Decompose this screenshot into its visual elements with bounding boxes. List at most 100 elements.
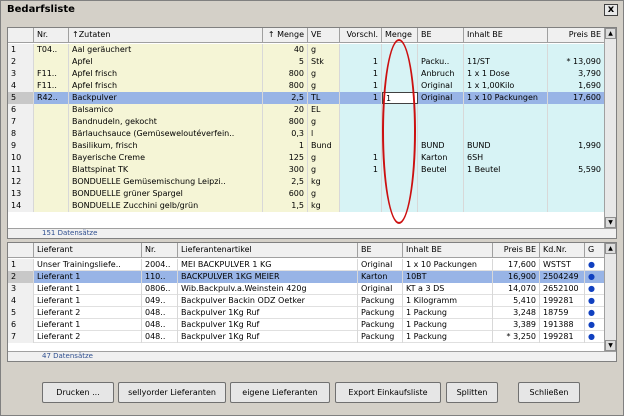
- supplier-row[interactable]: 7 Lieferant 2 048.. Backpulver 1Kg Ruf Packu…: [8, 331, 605, 343]
- supplier-col-header[interactable]: BE: [358, 243, 403, 258]
- scroll-down-icon[interactable]: ▼: [605, 217, 616, 228]
- supplier-cell-lief: Unser Trainingsliefe..: [34, 259, 142, 271]
- supplier-cell-be: Packung: [358, 319, 403, 331]
- supplier-cell-be: Packung: [358, 307, 403, 319]
- ingredient-row[interactable]: 14 BONDUELLE Zucchini gelb/grün 1,5 kg: [8, 200, 605, 212]
- supplier-scrollbar[interactable]: ▲ ▼: [604, 243, 616, 351]
- ingredient-cell-n: 4: [8, 80, 34, 92]
- ingredient-cell-ve: g: [308, 152, 340, 164]
- ingredient-row[interactable]: 6 Balsamico 20 EL: [8, 104, 605, 116]
- ingredient-row[interactable]: 10 Bayerische Creme 125 g 1 Karton 6SH: [8, 152, 605, 164]
- ingredient-col-header[interactable]: Preis BE: [548, 28, 605, 43]
- ingredient-cell-preis: [548, 44, 605, 56]
- supplier-record-count: 47 Datensätze: [8, 351, 616, 361]
- ingredient-col-header[interactable]: VE: [308, 28, 340, 43]
- ingredient-cell-inh: 1 Beutel: [464, 164, 548, 176]
- close-window-button[interactable]: Schließen: [518, 382, 580, 403]
- ingredient-cell-ve: g: [308, 80, 340, 92]
- supplier-cell-inh: 1 Packung: [403, 331, 493, 343]
- supplier-col-header[interactable]: Inhalt BE: [403, 243, 493, 258]
- ingredient-cell-preis: [548, 188, 605, 200]
- ingredient-cell-be: Original: [418, 92, 464, 104]
- supplier-cell-art: Backpulver Backin ODZ Oetker: [178, 295, 358, 307]
- ingredient-col-header[interactable]: Vorschl.: [340, 28, 382, 43]
- ingredient-cell-preis: [548, 152, 605, 164]
- supplier-col-header[interactable]: G: [585, 243, 605, 258]
- ingredient-cell-be: [418, 128, 464, 140]
- ingredient-row[interactable]: 2 Apfel 5 Stk 1 Packu.. 11/ST * 13,090: [8, 56, 605, 68]
- ingredient-cell-n: 7: [8, 116, 34, 128]
- ingredient-cell-be: Beutel: [418, 164, 464, 176]
- supplier-col-header[interactable]: Nr.: [142, 243, 178, 258]
- ingredient-cell-inh: 1 x 1 Dose: [464, 68, 548, 80]
- supplier-cell-be: Packung: [358, 331, 403, 343]
- ingredient-scrollbar[interactable]: ▲ ▼: [604, 28, 616, 228]
- export-button[interactable]: Export Einkaufsliste: [335, 382, 441, 403]
- ingredient-cell-menge: 0,3: [263, 128, 308, 140]
- ingredient-row[interactable]: 11 Blattspinat TK 300 g 1 Beutel 1 Beutel 5,590: [8, 164, 605, 176]
- ingredient-row[interactable]: 12 BONDUELLE Gemüsemischung Leipzi.. 2,5 kg: [8, 176, 605, 188]
- supplier-row[interactable]: 5 Lieferant 2 048.. Backpulver 1Kg Ruf Packu…: [8, 307, 605, 319]
- ingredient-col-header[interactable]: [8, 28, 34, 43]
- supplier-row[interactable]: 4 Lieferant 1 049.. Backpulver Backin ODZ O…: [8, 295, 605, 307]
- own-suppliers-button[interactable]: eigene Lieferanten: [230, 382, 330, 403]
- ingredient-col-header[interactable]: ↑ Menge: [263, 28, 308, 43]
- ingredient-cell-menge: 800: [263, 116, 308, 128]
- scroll-up-icon[interactable]: ▲: [605, 243, 616, 254]
- supplier-table: Lieferant Nr. Lieferantenartikel BE Inhalt B…: [7, 242, 617, 362]
- ingredient-cell-vor: [340, 116, 382, 128]
- ingredient-cell-nr: [34, 200, 69, 212]
- split-button[interactable]: Splitten: [446, 382, 498, 403]
- ingredient-row[interactable]: 5 R42.. Backpulver 2,5 TL 1 1 Original 1 x 10 Pa…: [8, 92, 605, 104]
- ingredient-cell-menge: 1,5: [263, 200, 308, 212]
- close-button[interactable]: x: [604, 4, 618, 16]
- supplier-col-header[interactable]: [8, 243, 34, 258]
- ingredient-cell-ve: g: [308, 164, 340, 176]
- supplier-cell-n: 3: [8, 283, 34, 295]
- scroll-up-icon[interactable]: ▲: [605, 28, 616, 39]
- print-button[interactable]: Drucken ...: [42, 382, 114, 403]
- ingredient-row[interactable]: 13 BONDUELLE grüner Spargel 600 g: [8, 188, 605, 200]
- supplier-cell-preis: 3,248: [493, 307, 540, 319]
- ingredient-col-header[interactable]: ↑Zutaten: [69, 28, 263, 43]
- ingredient-cell-nr: [34, 128, 69, 140]
- ingredient-row[interactable]: 4 F11.. Apfel frisch 800 g 1 Original 1 x 1,00K…: [8, 80, 605, 92]
- ingredient-cell-inh: [464, 200, 548, 212]
- ingredient-row[interactable]: 7 Bandnudeln, gekocht 800 g: [8, 116, 605, 128]
- ingredient-cell-menge: 2,5: [263, 176, 308, 188]
- sellyorder-suppliers-button[interactable]: sellyorder Lieferanten: [118, 382, 226, 403]
- supplier-row[interactable]: 3 Lieferant 1 0806.. Wib.Backpulv.a.Weinste…: [8, 283, 605, 295]
- supplier-cell-be: Karton: [358, 271, 403, 283]
- ingredient-cell-vor: 1: [340, 56, 382, 68]
- supplier-cell-nr: 110..: [142, 271, 178, 283]
- supplier-cell-inh: 10BT: [403, 271, 493, 283]
- supplier-col-header[interactable]: Lieferant: [34, 243, 142, 258]
- supplier-col-header[interactable]: Preis BE: [493, 243, 540, 258]
- supplier-row[interactable]: 1 Unser Trainingsliefe.. 2004.. MEI BACKPUL…: [8, 259, 605, 271]
- supplier-cell-preis: 17,600: [493, 259, 540, 271]
- ingredient-cell-menge: 800: [263, 68, 308, 80]
- ingredient-row[interactable]: 3 F11.. Apfel frisch 800 g 1 Anbruch 1 x 1 Dose…: [8, 68, 605, 80]
- ingredient-col-header[interactable]: Nr.: [34, 28, 69, 43]
- ingredient-cell-n: 10: [8, 152, 34, 164]
- ingredient-col-header[interactable]: Inhalt BE: [464, 28, 548, 43]
- ingredient-cell-inh: [464, 188, 548, 200]
- supplier-col-header[interactable]: Lieferantenartikel: [178, 243, 358, 258]
- ingredient-cell-menge: 1: [263, 140, 308, 152]
- supplier-cell-kd: 2504249: [540, 271, 585, 283]
- scroll-down-icon[interactable]: ▼: [605, 340, 616, 351]
- supplier-cell-art: BACKPULVER 1KG MEIER: [178, 271, 358, 283]
- ingredient-cell-nr: [34, 140, 69, 152]
- supplier-row[interactable]: 6 Lieferant 1 048.. Backpulver 1Kg Ruf Packu…: [8, 319, 605, 331]
- ingredient-cell-nr: F11..: [34, 80, 69, 92]
- ingredient-row[interactable]: 8 Bärlauchsauce (Gemüseweloutéverfein.. 0,…: [8, 128, 605, 140]
- supplier-col-header[interactable]: Kd.Nr.: [540, 243, 585, 258]
- ingredients-table: Nr. ↑Zutaten ↑ Menge VE Vorschl. Menge BE Inhal…: [7, 27, 617, 239]
- ingredient-col-header[interactable]: BE: [418, 28, 464, 43]
- ingredient-row[interactable]: 1 T04.. Aal geräuchert 40 g: [8, 44, 605, 56]
- title-bar: Bedarfsliste x: [1, 1, 623, 19]
- supplier-cell-g: ●: [585, 307, 605, 319]
- ingredient-cell-vor: [340, 140, 382, 152]
- ingredient-row[interactable]: 9 Basilikum, frisch 1 Bund BUND BUND 1,990: [8, 140, 605, 152]
- supplier-row[interactable]: 2 Lieferant 1 110.. BACKPULVER 1KG MEIER Kar…: [8, 271, 605, 283]
